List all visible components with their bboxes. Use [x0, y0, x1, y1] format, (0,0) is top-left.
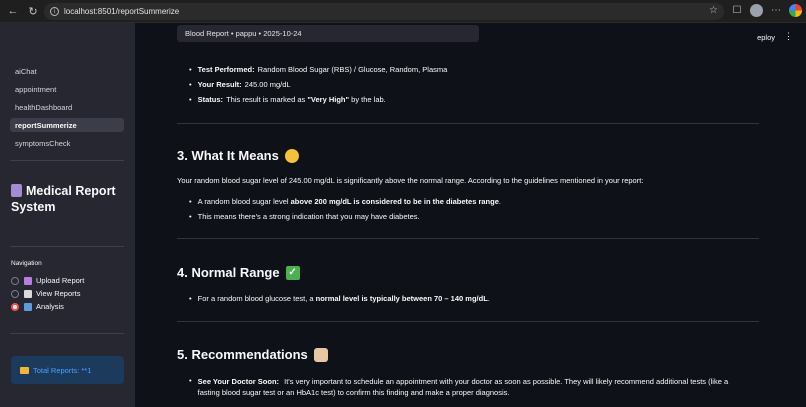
bullet-bold: Your Result: [197, 80, 242, 89]
radio-option[interactable]: View Reports [11, 287, 84, 300]
address-bar[interactable]: i localhost:8501/reportSummerize ☆ [44, 3, 724, 20]
bullet-text: by the lab. [349, 95, 386, 104]
bullet-text: For a random blood glucose test, a [197, 294, 316, 303]
divider [177, 238, 759, 239]
report-emoji-icon [11, 184, 22, 197]
sidebar-title: Medical Report System [11, 183, 131, 215]
bookmarks-icon[interactable]: ☐ [730, 3, 744, 17]
list-item: Your Result: 245.00 mg/dL [189, 80, 291, 89]
sidebar-item-symptomsCheck[interactable]: symptomsCheck [10, 136, 124, 150]
radio-label: View Reports [36, 289, 81, 298]
bullet-bold: "Very High" [307, 95, 350, 104]
section-heading: 5. Recommendations [177, 347, 328, 362]
navigation-radio-group: Upload Report View Reports Analysis [11, 274, 84, 313]
reload-icon[interactable]: ↻ [26, 4, 40, 18]
menu-dots-icon[interactable]: ⋯ [769, 3, 783, 17]
bullet-text: . [487, 294, 490, 303]
list-item: Status: This result is marked as "Very H… [189, 95, 386, 104]
radio-label: Upload Report [36, 276, 85, 285]
sidebar-item-healthDashboard[interactable]: healthDashboard [10, 100, 124, 114]
section-heading: 3. What It Means [177, 148, 299, 163]
bullet-text: fasting blood sugar test or an HbA1c tes… [197, 388, 510, 397]
sidebar: aiChat appointment healthDashboard reportSu… [0, 23, 135, 407]
list-item: A random blood sugar level above 200 mg/… [189, 197, 501, 206]
sidebar-item-aiChat[interactable]: aiChat [10, 64, 124, 78]
radio-button[interactable] [11, 276, 19, 285]
list-item: For a random blood glucose test, a norma… [189, 294, 490, 303]
bullet-bold: See Your Doctor Soon: [197, 377, 280, 386]
total-reports-info: Total Reports: **1 [11, 356, 124, 384]
bullet-text: This result is marked as [226, 95, 308, 104]
option-emoji-icon [24, 276, 32, 285]
sidebar-item-appointment[interactable]: appointment [10, 82, 124, 96]
radio-label: Analysis [36, 302, 64, 311]
section-title: 3. What It Means [177, 148, 279, 163]
navigation-label: Navigation [11, 260, 42, 267]
bullet-bold: normal level is typically between 70 – 1… [315, 294, 488, 303]
bullet-bold: Test Performed: [197, 65, 255, 74]
list-item: See Your Doctor Soon: It's very importan… [189, 376, 759, 398]
browser-logo-icon[interactable] [789, 3, 802, 17]
total-reports-text: Total Reports: **1 [33, 365, 92, 375]
bookmark-star-icon[interactable]: ☆ [709, 5, 718, 16]
bullet-bold: Status: [197, 95, 224, 104]
section-heading: 4. Normal Range ✓ [177, 265, 300, 280]
bullet-text: A random blood sugar level [197, 197, 291, 206]
option-emoji-icon [24, 302, 32, 311]
folder-icon [20, 366, 29, 374]
divider [177, 123, 759, 124]
option-emoji-icon [24, 289, 32, 298]
radio-option[interactable]: Analysis [11, 300, 84, 313]
main-menu-icon[interactable]: ⋮ [784, 31, 793, 42]
paragraph: Your random blood sugar level of 245.00 … [177, 176, 644, 185]
radio-button[interactable] [11, 302, 19, 311]
list-item: This means there's a strong indication t… [189, 212, 420, 221]
back-icon[interactable]: ← [6, 4, 20, 18]
url-text: localhost:8501/reportSummerize [64, 7, 180, 16]
sidebar-divider [10, 246, 124, 247]
check-emoji-icon: ✓ [285, 265, 300, 280]
sidebar-divider [10, 333, 124, 334]
bullet-text: 245.00 mg/dL [244, 80, 291, 89]
list-item: Test Performed: Random Blood Sugar (RBS)… [189, 65, 448, 74]
section-title: 4. Normal Range [177, 265, 280, 280]
radio-button[interactable] [11, 289, 19, 298]
divider [177, 321, 759, 322]
bullet-text: . [498, 197, 501, 206]
bullet-text: Random Blood Sugar (RBS) / Glucose, Rand… [257, 65, 448, 74]
sidebar-title-text: Medical Report System [11, 184, 116, 214]
section-title: 5. Recommendations [177, 347, 308, 362]
sidebar-item-reportSummerize[interactable]: reportSummerize [10, 118, 124, 132]
report-tooltip: Blood Report • pappu • 2025-10-24 [177, 25, 479, 42]
site-info-icon[interactable]: i [50, 7, 59, 16]
sidebar-page-nav: aiChat appointment healthDashboard reportSu… [10, 64, 124, 154]
deploy-button[interactable]: eploy [757, 33, 775, 42]
bullet-bold: above 200 mg/dL is considered to be in t… [290, 197, 499, 206]
browser-toolbar: ← ↻ i localhost:8501/reportSummerize ☆ ☐… [0, 0, 806, 23]
radio-option[interactable]: Upload Report [11, 274, 84, 287]
profile-avatar[interactable] [750, 3, 763, 17]
thinking-emoji-icon [284, 148, 299, 163]
main-content: eploy ⋮ Test Performed: Random Blood Sug… [135, 23, 806, 407]
bullet-text: It's very important to schedule an appoi… [284, 377, 729, 386]
doctor-emoji-icon [313, 347, 328, 362]
bullet-text: This means there's a strong indication t… [197, 212, 420, 221]
sidebar-divider [10, 160, 124, 161]
